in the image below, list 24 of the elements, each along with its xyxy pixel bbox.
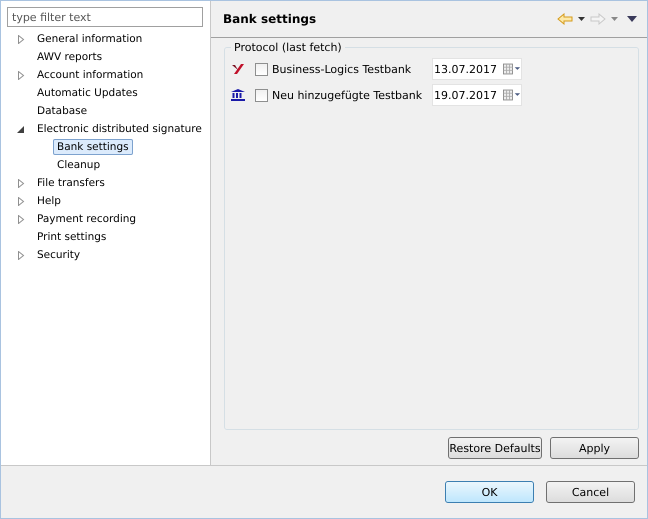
restore-defaults-button[interactable]: Restore Defaults [448, 437, 542, 459]
apply-button[interactable]: Apply [550, 437, 639, 459]
date-field[interactable]: 19.07.2017 [432, 84, 522, 106]
page-title: Bank settings [223, 12, 316, 26]
tree-item[interactable]: Print settings [33, 229, 110, 245]
filter-field[interactable]: type filter text [7, 7, 203, 27]
bank-name: Business-Logics Testbank [272, 62, 412, 76]
tree-item[interactable]: Database [33, 103, 92, 119]
group-title: Protocol (last fetch) [233, 41, 343, 54]
tree-item[interactable]: Account information [33, 67, 148, 83]
tree-item[interactable]: AWV reports [33, 49, 106, 65]
tree-item[interactable]: File transfers [33, 175, 109, 191]
ok-button[interactable]: OK [445, 481, 534, 503]
tree-item[interactable]: Security [33, 247, 84, 263]
bank-name: Neu hinzugefügte Testbank [272, 88, 424, 102]
tree-item[interactable]: Help [33, 193, 65, 209]
tree-item[interactable]: Electronic distributed signature [33, 121, 206, 137]
tree-item[interactable]: General information [33, 31, 146, 47]
date-field[interactable]: 13.07.2017 [432, 58, 522, 80]
tree-item[interactable]: Payment recording [33, 211, 140, 227]
tree-item[interactable]: Cleanup [53, 157, 104, 173]
tree-item[interactable]: Automatic Updates [33, 85, 142, 101]
tree-item[interactable]: Bank settings [53, 139, 133, 155]
cancel-button[interactable]: Cancel [546, 481, 635, 503]
